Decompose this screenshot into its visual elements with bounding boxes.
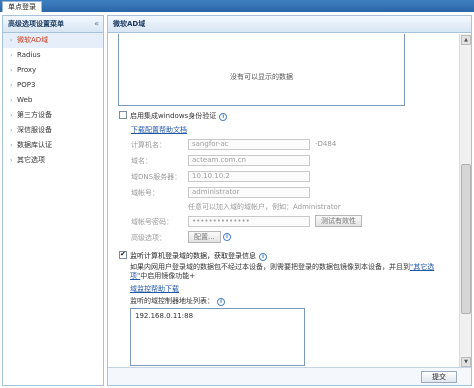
dc-list-label: 监听的域控制器地址列表： [130,297,214,305]
sidebar-item-proxy[interactable]: › Proxy [3,63,103,78]
monitor-desc-text: 如果内网用户登录域的数据包不经过本设备，则需要把登录的数据包镜像到本设备，并且到 [130,263,410,271]
info-icon[interactable]: i [217,298,225,306]
sidebar-item-third-party[interactable]: › 第三方设备 [3,108,103,123]
download-doc-link[interactable]: 下载配置帮助文档 [131,125,187,135]
chevron-right-icon: › [10,112,13,119]
vertical-scrollbar[interactable]: ▲ ▼ [459,34,471,368]
monitor-row: 监听计算机登录域的数据，获取登录信息i [119,250,267,261]
chevron-right-icon: › [10,127,13,134]
footer-bar: 提交 [108,367,471,385]
sidebar-item-label: POP3 [17,81,36,89]
domain-field[interactable]: acteam.com.cn [188,155,310,166]
win-auth-row: 启用集成windows身份验证 i [119,111,228,121]
sidebar-item-label: Web [17,96,33,104]
computer-name-field[interactable]: sangfor-ac [188,139,310,150]
tab-single-sign-on[interactable]: 单点登录 [2,1,42,12]
sidebar-header: 高级选项设置菜单 « [3,16,103,33]
computer-name-suffix: -D484 [315,140,337,148]
main-title: 微软AD域 [108,16,471,33]
data-list-box: 没有可以显示的数据 [118,34,405,106]
sidebar-item-label: 数据库认证 [17,141,52,149]
monitor-description: 如果内网用户登录域的数据包不经过本设备，则需要把登录的数据包镜像到本设备，并且到… [130,263,450,281]
dc-address-entry: 192.168.0.11:88 [135,312,194,320]
password-field[interactable]: •••••••••••••• [188,216,310,227]
sidebar: 高级选项设置菜单 « › 微软AD域 › Radius › Proxy › POP3 ›… [2,15,104,386]
top-bar: 单点登录 [0,0,474,12]
content-area: 没有可以显示的数据 启用集成windows身份验证 i 下载配置帮助文档 计算机名… [108,34,459,368]
account-field[interactable]: administrator [188,187,310,198]
sidebar-item-label: Radius [17,51,41,59]
monitor-desc-tail: 中启用镜像功能+ [140,272,196,280]
sidebar-item-label: 微软AD域 [17,36,49,44]
sidebar-item-ad-domain[interactable]: › 微软AD域 [3,33,103,48]
sidebar-item-label: 其它选项 [17,156,45,164]
dns-field[interactable]: 10.10.10.2 [188,171,310,182]
info-icon[interactable]: i [259,253,267,261]
sidebar-item-label: 深信服设备 [17,126,52,134]
info-icon[interactable]: i [223,233,231,241]
monitor-label: 监听计算机登录域的数据，获取登录信息 [130,252,256,260]
chevron-right-icon: › [10,142,13,149]
sidebar-title: 高级选项设置菜单 [8,20,64,28]
sidebar-item-database-auth[interactable]: › 数据库认证 [3,138,103,153]
sidebar-item-radius[interactable]: › Radius [3,48,103,63]
sidebar-item-sangfor-device[interactable]: › 深信服设备 [3,123,103,138]
account-hint: 任意可以加入域的域帐户，例如：Administrator [188,203,341,211]
collapse-icon[interactable]: « [94,16,99,32]
chevron-right-icon: › [10,37,13,44]
sidebar-item-other-options[interactable]: › 其它选项 [3,153,103,168]
chevron-right-icon: › [10,82,13,89]
chevron-right-icon: › [10,97,13,104]
sidebar-item-pop3[interactable]: › POP3 [3,78,103,93]
dc-list-row: 监听的域控制器地址列表： i [130,296,225,306]
submit-button[interactable]: 提交 [421,371,457,383]
sidebar-item-label: 第三方设备 [17,111,52,119]
advanced-config-button[interactable]: 配置... [188,231,221,243]
sidebar-item-web[interactable]: › Web [3,93,103,108]
chevron-right-icon: › [10,157,13,164]
scroll-thumb[interactable] [461,164,471,314]
empty-message: 没有可以显示的数据 [230,73,293,81]
main-panel: 微软AD域 没有可以显示的数据 启用集成windows身份验证 i 下载配置帮助文… [107,15,472,386]
sidebar-item-label: Proxy [17,66,37,74]
chevron-right-icon: › [10,52,13,59]
win-auth-checkbox[interactable] [119,111,127,119]
monitor-checkbox[interactable] [119,250,127,259]
chevron-right-icon: › [10,67,13,74]
domain-monitor-help-link[interactable]: 域监控帮助下载 [130,284,179,294]
scroll-up-icon[interactable]: ▲ [461,35,471,45]
test-validity-button[interactable]: 测试有效性 [315,215,362,227]
win-auth-label: 启用集成windows身份验证 [130,112,217,120]
scroll-down-icon[interactable]: ▼ [461,357,471,367]
info-icon[interactable]: i [219,113,228,121]
dc-address-textarea[interactable]: 192.168.0.11:88 [130,308,305,366]
